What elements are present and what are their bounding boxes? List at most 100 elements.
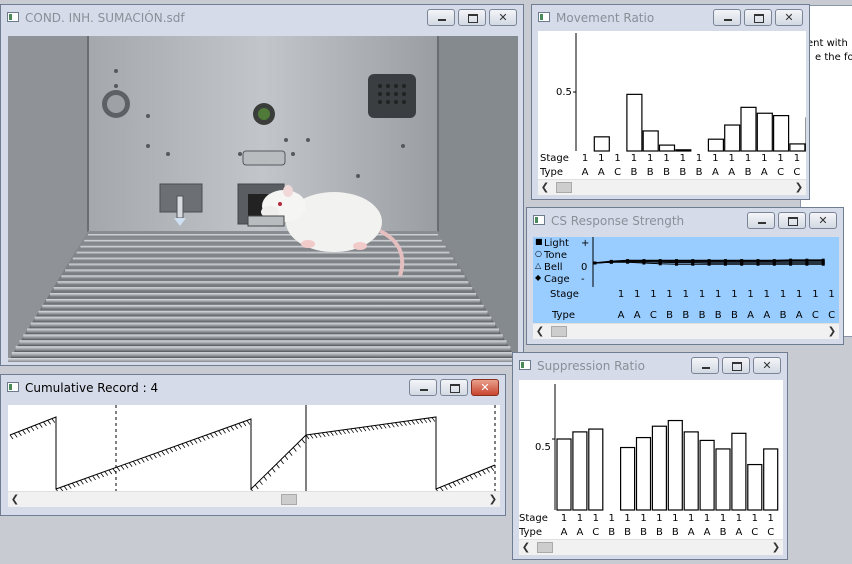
- response-tick: [378, 424, 383, 430]
- response-tick: [226, 427, 230, 432]
- response-tick: [63, 485, 68, 491]
- stage-tick-label: 1: [630, 153, 638, 164]
- cumulative-hscrollbar[interactable]: ❮ ❯: [8, 491, 500, 507]
- response-tick: [205, 434, 210, 440]
- cumulative-record-window: Cumulative Record : 4 ✕ ❮ ❯: [0, 374, 506, 516]
- stage-tick-label: 1: [731, 289, 738, 300]
- response-tick: [22, 429, 26, 435]
- bar: [675, 149, 692, 152]
- stage-tick-label: 1: [796, 289, 803, 300]
- response-tick: [47, 420, 51, 425]
- stage-tick-label: 1: [695, 153, 703, 164]
- response-tick: [92, 475, 96, 481]
- bar: [715, 448, 731, 511]
- type-tick-label: A: [795, 310, 803, 321]
- suppression-ratio-window: Suppression Ratio ✕ 0.5 Stage Type 11111…: [512, 352, 788, 560]
- response-tick: [382, 424, 387, 429]
- close-button[interactable]: ✕: [471, 379, 499, 396]
- type-tick-label: B: [719, 527, 727, 538]
- minimize-button[interactable]: [713, 9, 741, 26]
- type-tick-label: A: [747, 310, 755, 321]
- suppression-bar-chart: [552, 384, 779, 511]
- chamber-titlebar[interactable]: COND. INH. SUMACIÓN.sdf ✕: [1, 5, 523, 31]
- response-tick: [407, 420, 411, 426]
- close-button[interactable]: ✕: [809, 212, 837, 229]
- movement-hscrollbar[interactable]: ❮ ❯: [538, 179, 806, 195]
- type-tick-label: B: [714, 310, 722, 321]
- point-cage: [740, 260, 744, 264]
- bar: [747, 463, 763, 511]
- stage-tick-label: 1: [560, 513, 568, 524]
- cs-titlebar[interactable]: CS Response Strength ✕: [527, 208, 843, 234]
- suppression-y-tick-label: 0.5: [535, 442, 551, 453]
- response-tick: [342, 429, 346, 435]
- scroll-thumb[interactable]: [556, 182, 572, 193]
- point-cage: [593, 261, 597, 265]
- scroll-thumb[interactable]: [281, 494, 297, 505]
- scroll-left-icon[interactable]: ❮: [519, 540, 533, 555]
- type-tick-label: A: [581, 167, 589, 178]
- response-tick: [71, 482, 76, 488]
- close-button[interactable]: ✕: [753, 357, 781, 374]
- minimize-button[interactable]: [427, 9, 455, 26]
- type-tick-label: C: [828, 310, 836, 321]
- cs-hscrollbar[interactable]: ❮ ❯: [533, 323, 839, 339]
- response-tick: [482, 469, 486, 475]
- scroll-left-icon[interactable]: ❮: [533, 324, 547, 339]
- type-tick-label: B: [646, 167, 654, 178]
- response-tick: [193, 439, 198, 444]
- close-button[interactable]: ✕: [775, 9, 803, 26]
- suppression-hscrollbar[interactable]: ❮ ❯: [519, 539, 783, 555]
- type-tick-label: A: [560, 527, 568, 538]
- grid-bar: [19, 340, 507, 345]
- response-tick: [313, 433, 318, 439]
- scroll-right-icon[interactable]: ❯: [825, 324, 839, 339]
- response-tick: [321, 432, 326, 437]
- close-button[interactable]: ✕: [489, 9, 517, 26]
- point-cage: [723, 260, 727, 264]
- stage-tick-label: 1: [682, 289, 689, 300]
- scroll-right-icon[interactable]: ❯: [792, 180, 806, 195]
- scroll-right-icon[interactable]: ❯: [769, 540, 783, 555]
- maximize-button[interactable]: [458, 9, 486, 26]
- grid-bar: [30, 322, 496, 327]
- response-tick: [386, 423, 391, 428]
- response-tick: [427, 417, 432, 423]
- grid-bar: [57, 281, 469, 285]
- response-tick: [465, 476, 469, 482]
- close-icon: ✕: [818, 214, 828, 227]
- scroll-left-icon[interactable]: ❮: [538, 180, 552, 195]
- suppression-titlebar[interactable]: Suppression Ratio ✕: [513, 353, 787, 379]
- minimize-button[interactable]: [747, 212, 775, 229]
- maximize-button[interactable]: [722, 357, 750, 374]
- stage-tick-label: 1: [608, 513, 615, 524]
- response-tick: [112, 468, 117, 473]
- type-tick-label: B: [663, 167, 670, 178]
- minimize-button[interactable]: [409, 379, 437, 396]
- point-cage: [789, 260, 793, 264]
- response-tick: [259, 480, 263, 485]
- scroll-right-icon[interactable]: ❯: [486, 492, 500, 507]
- type-tick-label: C: [614, 167, 622, 178]
- scroll-thumb[interactable]: [537, 542, 553, 553]
- response-tick: [415, 419, 420, 425]
- maximize-button[interactable]: [744, 9, 772, 26]
- response-tick: [325, 431, 330, 437]
- movement-titlebar[interactable]: Movement Ratio ✕: [532, 5, 809, 31]
- type-tick-label: B: [640, 527, 647, 538]
- response-tick: [13, 433, 18, 438]
- response-tick: [284, 455, 289, 461]
- minimize-button[interactable]: [691, 357, 719, 374]
- app-icon: [538, 12, 550, 22]
- scroll-thumb[interactable]: [551, 326, 567, 337]
- cumulative-titlebar[interactable]: Cumulative Record : 4 ✕: [1, 375, 505, 401]
- type-tick-label: A: [760, 167, 768, 178]
- maximize-button[interactable]: [778, 212, 806, 229]
- response-tick: [317, 433, 322, 438]
- maximize-button[interactable]: [440, 379, 468, 396]
- response-tick: [301, 438, 306, 444]
- stage-tick-label: 1: [698, 289, 706, 300]
- response-tick: [145, 456, 149, 462]
- response-tick: [460, 478, 465, 483]
- scroll-left-icon[interactable]: ❮: [8, 492, 22, 507]
